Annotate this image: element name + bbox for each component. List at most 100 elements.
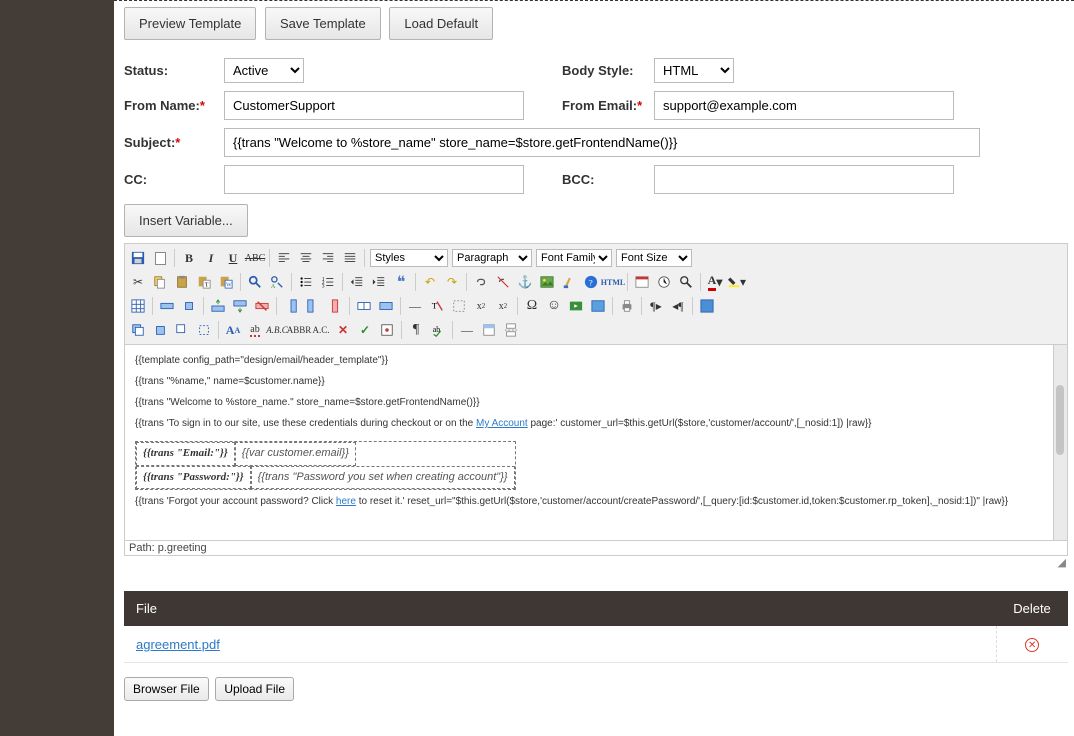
load-default-button[interactable]: Load Default	[389, 7, 493, 40]
preview-icon[interactable]	[676, 272, 696, 292]
resize-handle-icon[interactable]: ◢	[124, 556, 1068, 569]
insert-variable-button[interactable]: Insert Variable...	[124, 204, 248, 237]
paste-word-icon[interactable]: W	[216, 272, 236, 292]
media-icon[interactable]	[566, 296, 586, 316]
bg-color-icon[interactable]: ▾	[727, 272, 747, 292]
delete-row-icon[interactable]	[252, 296, 272, 316]
visual-aid-icon[interactable]	[449, 296, 469, 316]
abbr-icon[interactable]: ABBR	[289, 320, 309, 340]
subject-input[interactable]	[224, 128, 980, 157]
cite-icon[interactable]: A.B.C	[267, 320, 287, 340]
delete-col-icon[interactable]	[325, 296, 345, 316]
number-list-icon[interactable]: 123	[318, 272, 338, 292]
editor-scrollbar[interactable]	[1053, 345, 1067, 540]
strikethrough-icon[interactable]: ABC	[245, 248, 265, 268]
attribs-icon[interactable]	[377, 320, 397, 340]
merge-cells-icon[interactable]	[376, 296, 396, 316]
rtl-icon[interactable]: ◂¶	[668, 296, 688, 316]
superscript-icon[interactable]: x2	[493, 296, 513, 316]
print-icon[interactable]	[617, 296, 637, 316]
outdent-icon[interactable]	[347, 272, 367, 292]
visualchars-icon[interactable]: ¶	[406, 320, 426, 340]
replace-icon[interactable]: A	[267, 272, 287, 292]
cleanup-icon[interactable]	[559, 272, 579, 292]
from-email-input[interactable]	[654, 91, 954, 120]
html-source-icon[interactable]: HTML	[603, 272, 623, 292]
my-account-link[interactable]: My Account	[476, 418, 528, 429]
attachment-link[interactable]: agreement.pdf	[136, 637, 220, 652]
ins-icon[interactable]: ✓	[355, 320, 375, 340]
format-select[interactable]: Paragraph	[452, 249, 532, 267]
align-right-icon[interactable]	[318, 248, 338, 268]
spellcheck2-icon[interactable]: ab	[428, 320, 448, 340]
upload-file-button[interactable]: Upload File	[215, 677, 294, 701]
newdoc-icon[interactable]	[150, 248, 170, 268]
image-icon[interactable]	[537, 272, 557, 292]
font-size-select[interactable]: Font Size	[616, 249, 692, 267]
insert-row-after-icon[interactable]	[230, 296, 250, 316]
hr-icon[interactable]: —	[405, 296, 425, 316]
text-color-icon[interactable]: A ▾	[705, 272, 725, 292]
split-cells-icon[interactable]	[354, 296, 374, 316]
layer-abs-icon[interactable]	[194, 320, 214, 340]
acronym-icon[interactable]: A.C.	[311, 320, 331, 340]
cut-icon[interactable]: ✂	[128, 272, 148, 292]
anchor-icon[interactable]: ⚓	[515, 272, 535, 292]
insert-time-icon[interactable]	[654, 272, 674, 292]
insert-row-before-icon[interactable]	[208, 296, 228, 316]
preview-template-button[interactable]: Preview Template	[124, 7, 256, 40]
status-select[interactable]: Active	[224, 58, 304, 83]
help-icon[interactable]: ?	[581, 272, 601, 292]
underline-icon[interactable]: U	[223, 248, 243, 268]
insert-col-before-icon[interactable]	[281, 296, 301, 316]
layer-icon[interactable]	[128, 320, 148, 340]
bullet-list-icon[interactable]	[296, 272, 316, 292]
subscript-icon[interactable]: x2	[471, 296, 491, 316]
browse-file-button[interactable]: Browser File	[124, 677, 209, 701]
row-props-icon[interactable]	[157, 296, 177, 316]
charmap-icon[interactable]: Ω	[522, 296, 542, 316]
find-icon[interactable]	[245, 272, 265, 292]
align-center-icon[interactable]	[296, 248, 316, 268]
ltr-icon[interactable]: ¶▸	[646, 296, 666, 316]
delete-icon[interactable]: ✕	[1025, 638, 1039, 652]
save-template-button[interactable]: Save Template	[265, 7, 381, 40]
editor-content[interactable]: {{template config_path="design/email/hea…	[125, 345, 1067, 540]
undo-icon[interactable]: ↶	[420, 272, 440, 292]
from-name-input[interactable]	[224, 91, 524, 120]
iframe-icon[interactable]	[588, 296, 608, 316]
unlink-icon[interactable]	[493, 272, 513, 292]
insert-date-icon[interactable]	[632, 272, 652, 292]
save-icon[interactable]	[128, 248, 148, 268]
align-justify-icon[interactable]	[340, 248, 360, 268]
align-left-icon[interactable]	[274, 248, 294, 268]
insert-col-after-icon[interactable]	[303, 296, 323, 316]
blockquote-icon[interactable]: ❝	[391, 272, 411, 292]
table-icon[interactable]	[128, 296, 148, 316]
del-icon[interactable]: ✕	[333, 320, 353, 340]
italic-icon[interactable]: I	[201, 248, 221, 268]
cell-props-icon[interactable]	[179, 296, 199, 316]
indent-icon[interactable]	[369, 272, 389, 292]
pagebreak-icon[interactable]	[501, 320, 521, 340]
font-family-select[interactable]: Font Family	[536, 249, 612, 267]
paste-icon[interactable]	[172, 272, 192, 292]
layer-back-icon[interactable]	[172, 320, 192, 340]
layer-forward-icon[interactable]	[150, 320, 170, 340]
styles-select[interactable]: Styles	[370, 249, 448, 267]
bold-icon[interactable]: B	[179, 248, 199, 268]
body-style-select[interactable]: HTML	[654, 58, 734, 83]
styleprops-icon[interactable]: AA	[223, 320, 243, 340]
template-icon[interactable]	[479, 320, 499, 340]
redo-icon[interactable]: ↷	[442, 272, 462, 292]
reset-here-link[interactable]: here	[336, 496, 356, 507]
emoticon-icon[interactable]: ☺	[544, 296, 564, 316]
spellcheck-icon[interactable]: ab	[245, 320, 265, 340]
nonbreaking-icon[interactable]: —	[457, 320, 477, 340]
copy-icon[interactable]	[150, 272, 170, 292]
paste-text-icon[interactable]: T	[194, 272, 214, 292]
remove-format-icon[interactable]: T	[427, 296, 447, 316]
bcc-input[interactable]	[654, 165, 954, 194]
fullscreen-icon[interactable]	[697, 296, 717, 316]
cc-input[interactable]	[224, 165, 524, 194]
